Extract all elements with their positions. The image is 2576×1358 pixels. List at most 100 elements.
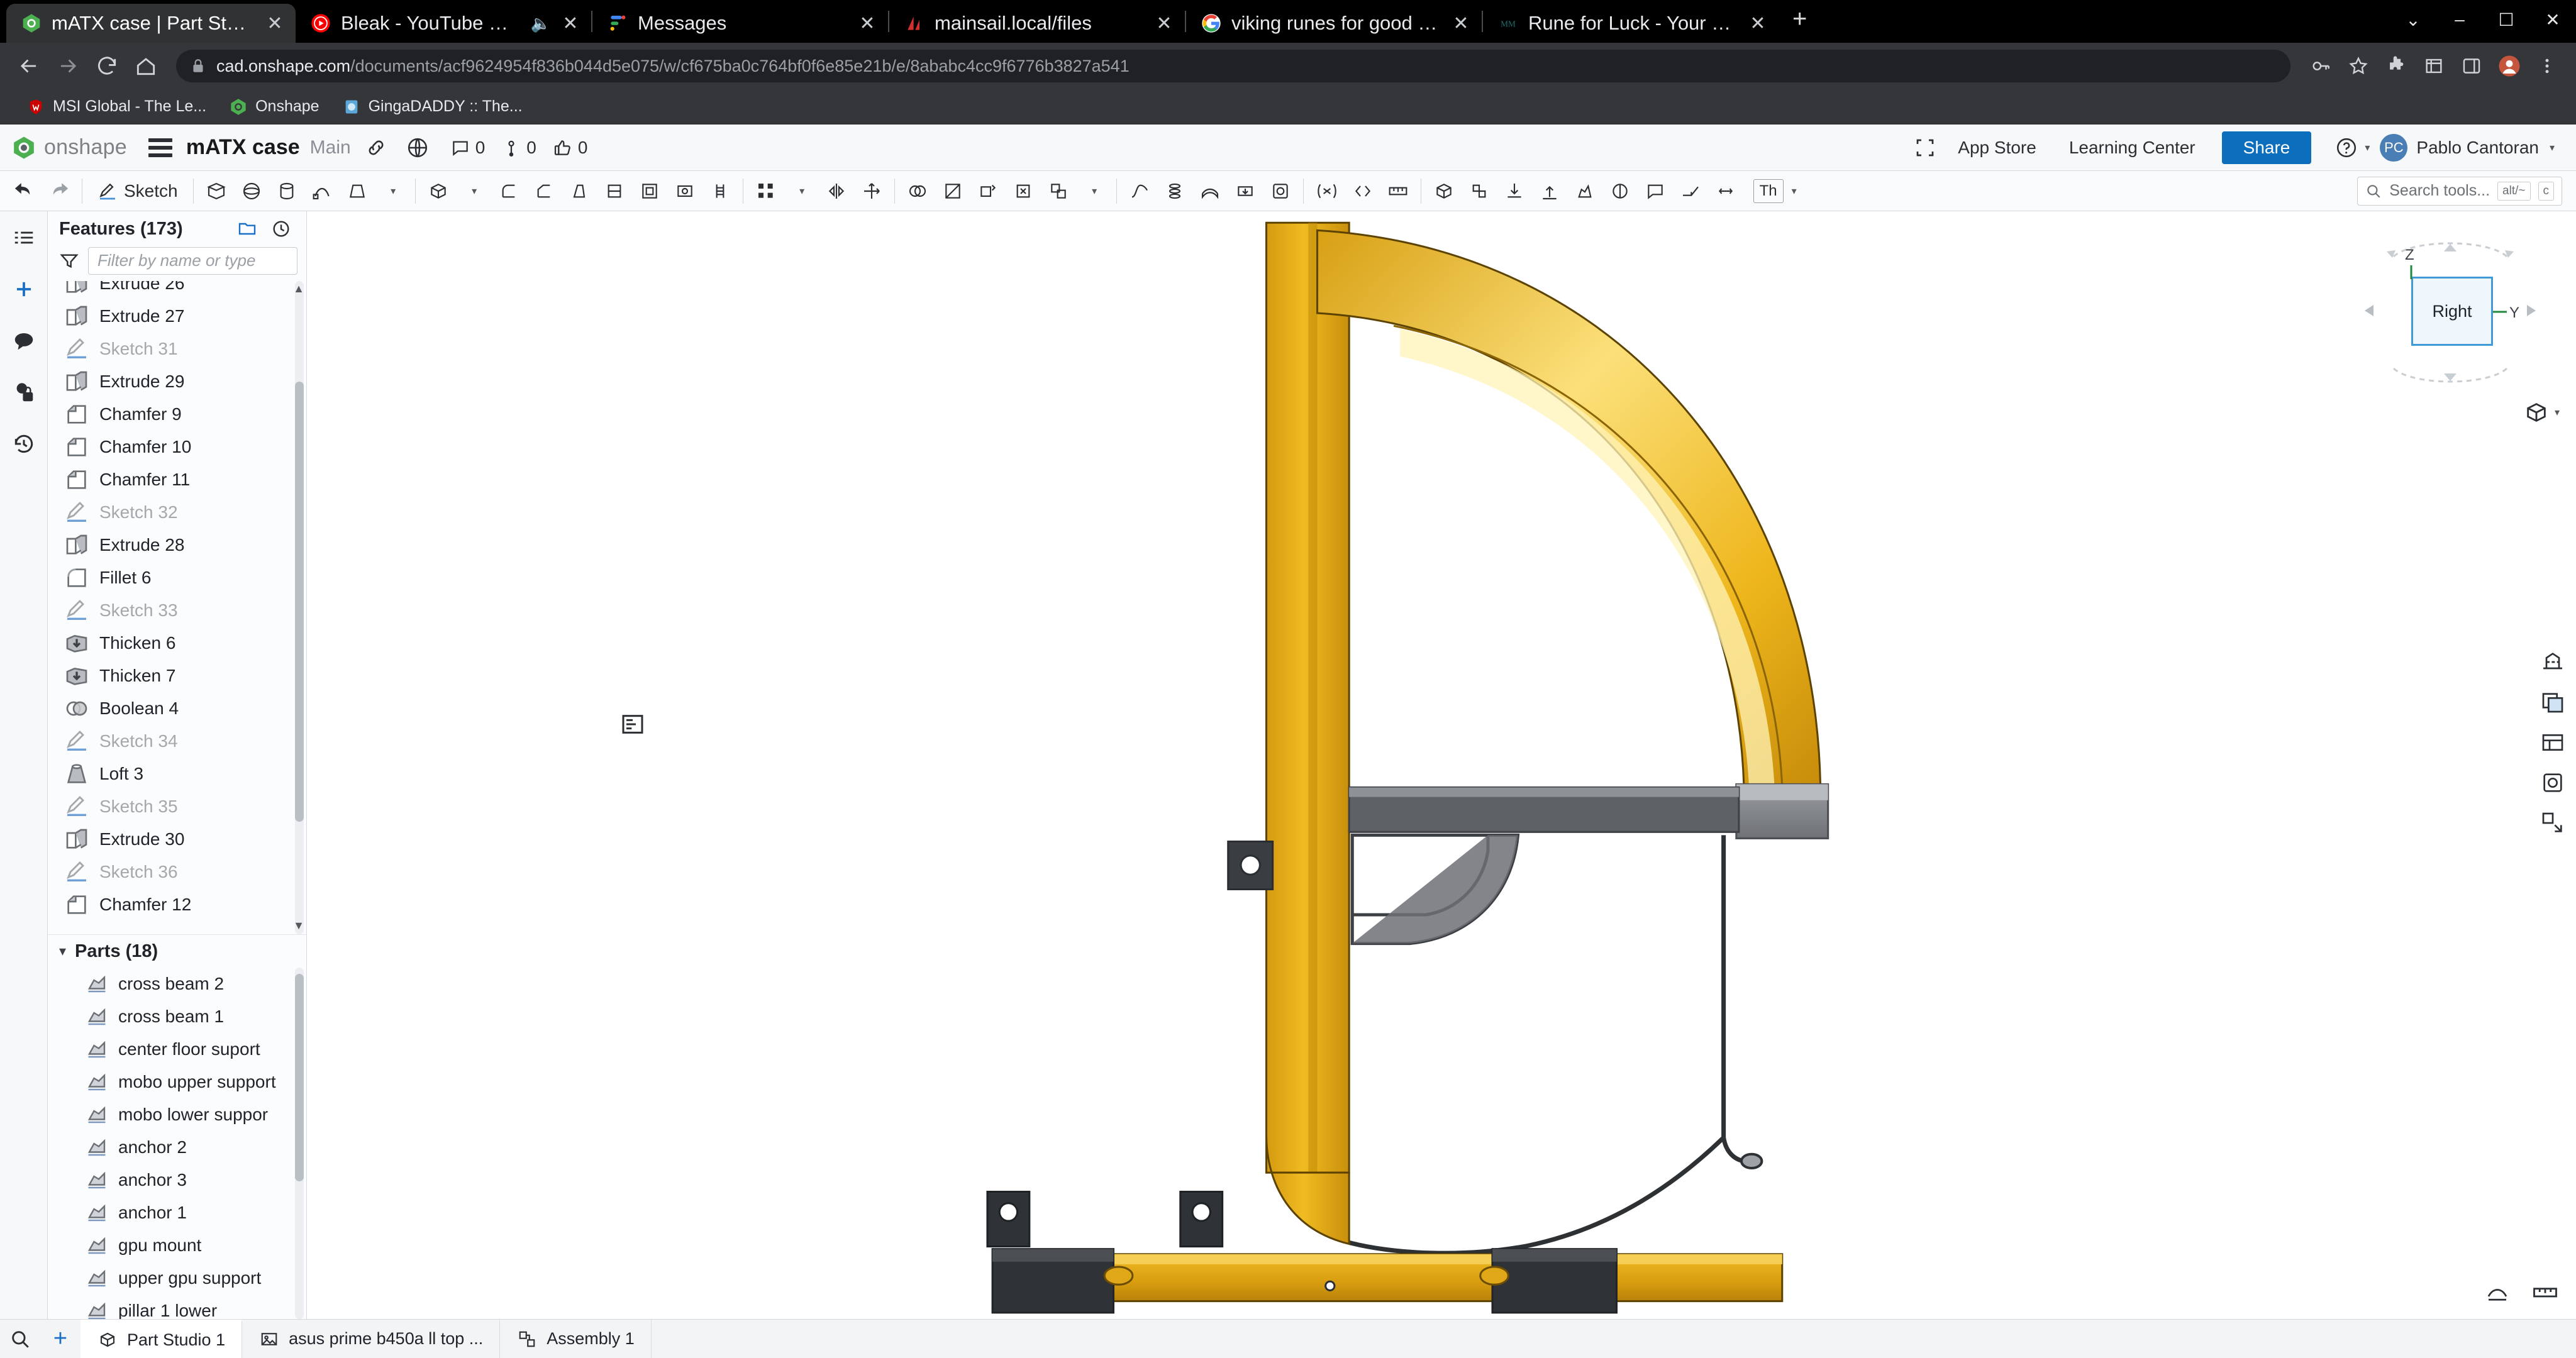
add-icon[interactable] <box>6 272 42 307</box>
bookmark-onshape[interactable]: Onshape <box>218 93 330 121</box>
rollback-icon[interactable] <box>267 215 295 243</box>
bottom-tab-assembly-1[interactable]: Assembly 1 <box>500 1320 652 1358</box>
close-icon[interactable]: ✕ <box>857 13 878 35</box>
browser-tab-3[interactable]: mainsail.local/files ✕ <box>889 4 1185 43</box>
pattern-chevron-down-icon[interactable]: ▾ <box>784 174 819 209</box>
appearance-icon[interactable] <box>1567 174 1602 209</box>
loft-icon[interactable] <box>340 174 375 209</box>
feature-scrollbar-thumb[interactable] <box>295 381 304 822</box>
view-chevron-down-icon[interactable]: ▾ <box>2555 406 2560 419</box>
feature-row[interactable]: Sketch 32 <box>48 496 306 529</box>
export-icon[interactable] <box>1532 174 1567 209</box>
browser-tab-1[interactable]: Bleak - YouTube Music 🔈 ✕ <box>296 4 591 43</box>
help-icon[interactable] <box>2330 131 2363 164</box>
extensions-icon[interactable] <box>2379 48 2414 84</box>
redo-icon[interactable] <box>42 174 77 209</box>
feature-row[interactable]: Chamfer 9 <box>48 398 306 431</box>
comments-count[interactable]: 0 <box>450 138 485 158</box>
parts-scrollbar-thumb[interactable] <box>295 974 304 1182</box>
feature-row[interactable]: Chamfer 12 <box>48 888 306 921</box>
thread-icon[interactable] <box>702 174 738 209</box>
split-icon[interactable] <box>935 174 970 209</box>
feature-row[interactable]: Loft 3 <box>48 758 306 790</box>
part-row[interactable]: mobo upper support <box>48 1066 306 1098</box>
search-tabs-icon[interactable] <box>0 1320 40 1358</box>
sweep-icon[interactable] <box>304 174 340 209</box>
add-tab-button[interactable]: + <box>40 1320 80 1358</box>
part-row[interactable]: anchor 3 <box>48 1164 306 1196</box>
rib-icon[interactable] <box>597 174 632 209</box>
help-chevron-down-icon[interactable]: ▾ <box>2365 141 2370 154</box>
render-quality-icon[interactable] <box>2536 766 2570 800</box>
feature-row[interactable]: Thicken 7 <box>48 660 306 692</box>
star-icon[interactable] <box>2341 48 2376 84</box>
shaded-mode-icon[interactable] <box>2484 1279 2511 1305</box>
filter-icon[interactable] <box>59 251 79 271</box>
close-icon[interactable]: ✕ <box>560 13 581 35</box>
scroll-up-icon[interactable]: ▲ <box>292 282 305 296</box>
sheetmetal-icon[interactable] <box>1673 174 1708 209</box>
feature-row[interactable]: Extrude 30 <box>48 823 306 856</box>
delete-face-icon[interactable] <box>1006 174 1041 209</box>
close-icon[interactable]: ✕ <box>1747 13 1768 35</box>
mute-icon[interactable]: 🔈 <box>531 14 551 33</box>
surface-icon[interactable] <box>1192 174 1228 209</box>
part-row[interactable]: cross beam 2 <box>48 968 306 1000</box>
layout-icon[interactable] <box>1909 131 1941 164</box>
loft-chevron-down-icon[interactable]: ▾ <box>375 174 410 209</box>
thickness-button[interactable]: Th ▾ <box>1743 174 1807 209</box>
bottom-tab-image[interactable]: asus prime b450a ll top ... <box>242 1320 501 1358</box>
fillet-icon[interactable] <box>491 174 526 209</box>
sidepanel-icon[interactable] <box>2454 48 2489 84</box>
cad-viewport[interactable]: Right Z Y ▾ <box>307 211 2576 1319</box>
draft-icon[interactable] <box>562 174 597 209</box>
reload-icon[interactable] <box>89 48 125 84</box>
extra-chevron-down-icon[interactable]: ▾ <box>1076 174 1111 209</box>
plane-icon[interactable] <box>199 174 234 209</box>
feature-row[interactable]: Chamfer 10 <box>48 431 306 463</box>
browser-menu-icon[interactable] <box>2529 48 2565 84</box>
feature-row[interactable]: Extrude 27 <box>48 300 306 333</box>
feature-row[interactable]: Extrude 29 <box>48 365 306 398</box>
part-row[interactable]: upper gpu support <box>48 1262 306 1295</box>
filter-input[interactable]: Filter by name or type <box>88 246 297 275</box>
maximize-button[interactable]: ☐ <box>2483 5 2529 34</box>
parts-header[interactable]: ▾ Parts (18) <box>48 935 306 968</box>
close-icon[interactable]: ✕ <box>1450 13 1472 35</box>
feature-row[interactable]: Extrude 26 <box>48 280 306 300</box>
browser-tab-5[interactable]: MM Rune for Luck - Your Guide For M ✕ <box>1483 4 1779 43</box>
onshape-logo[interactable]: onshape <box>11 135 143 160</box>
profile-avatar[interactable] <box>2492 48 2527 84</box>
bookmark-msi[interactable]: MSI Global - The Le... <box>15 93 218 121</box>
import-icon[interactable] <box>1497 174 1532 209</box>
versions-count[interactable]: 0 <box>501 138 536 158</box>
browser-tab-2[interactable]: Messages ✕ <box>592 4 888 43</box>
search-tools-input[interactable]: Search tools... alt/~ c <box>2357 176 2562 206</box>
comment-tool-icon[interactable] <box>1638 174 1673 209</box>
transform-icon[interactable] <box>854 174 889 209</box>
view-orientation-button[interactable]: ▾ <box>2524 400 2560 425</box>
render-icon[interactable] <box>1602 174 1638 209</box>
hole-icon[interactable] <box>667 174 702 209</box>
enclose-icon[interactable] <box>1263 174 1298 209</box>
key-icon[interactable] <box>2303 48 2338 84</box>
user-chevron-down-icon[interactable]: ▾ <box>2550 141 2555 154</box>
sketch-button[interactable]: Sketch <box>87 174 188 209</box>
weld-icon[interactable] <box>1708 174 1743 209</box>
part-row[interactable]: mobo lower suppor <box>48 1098 306 1131</box>
browser-tab-4[interactable]: viking runes for good fortune - G ✕ <box>1186 4 1482 43</box>
feature-list-toggle-icon[interactable] <box>6 220 42 255</box>
feature-row[interactable]: Thicken 6 <box>48 627 306 660</box>
part-row[interactable]: anchor 2 <box>48 1131 306 1164</box>
feature-row[interactable]: Sketch 36 <box>48 856 306 888</box>
box-chevron-down-icon[interactable]: ▾ <box>456 174 491 209</box>
section-view-icon[interactable] <box>2536 645 2570 679</box>
part-row[interactable]: anchor 1 <box>48 1196 306 1229</box>
share-button[interactable]: Share <box>2221 131 2312 164</box>
view-cube[interactable]: Right Z Y <box>2356 230 2545 394</box>
mirror-icon[interactable] <box>819 174 854 209</box>
window-close-button[interactable]: ✕ <box>2529 5 2576 34</box>
home-icon[interactable] <box>128 48 164 84</box>
learning-center-button[interactable]: Learning Center <box>2053 131 2212 164</box>
measure-readout-icon[interactable] <box>2532 1279 2558 1305</box>
